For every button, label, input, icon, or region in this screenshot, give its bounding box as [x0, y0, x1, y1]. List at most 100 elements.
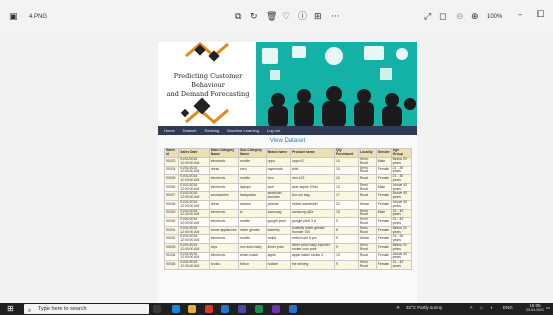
- nav-ranking[interactable]: Ranking: [204, 128, 219, 133]
- table-cell: 10: [333, 157, 359, 167]
- table-header-cell: Brand name: [265, 148, 291, 158]
- table-cell: electronic: [208, 157, 239, 167]
- taskbar-search-box[interactable]: ⌕ Type here to search: [24, 304, 149, 314]
- site-title-line1: Predicting Customer Behaviour: [173, 72, 243, 89]
- table-cell: 5: [333, 234, 359, 244]
- title-bar: ▣ 4.PNG ⧉ ↻ 🗑 ♡ ⓘ ⊞ ··· ⤢ ◻ ⊖ ⊕ 100% – ⧠: [0, 0, 553, 36]
- dataset-title: View Dataset: [269, 138, 306, 144]
- table-cell: 90030: [163, 217, 180, 227]
- table-row: 90024 01/01/2016 12:00:00 AM dress men raymo…: [163, 165, 413, 176]
- table-cell: Female: [375, 199, 392, 210]
- table-cell: fluo uni bag: [289, 191, 335, 201]
- notifications-icon[interactable]: ▭: [546, 305, 550, 311]
- rotate-icon[interactable]: ↻: [250, 11, 258, 23]
- volume-icon[interactable]: ◖: [490, 305, 493, 310]
- info-icon[interactable]: ⓘ: [298, 11, 307, 23]
- table-cell: electronic: [208, 208, 239, 219]
- more-options-icon[interactable]: ···: [331, 11, 340, 23]
- table-cell: 13: [333, 182, 359, 193]
- zoom-out-icon[interactable]: ⊖: [456, 11, 464, 23]
- language-indicator[interactable]: ENG: [503, 305, 513, 310]
- table-cell: 31 - 40 years: [390, 217, 413, 227]
- table-cell: 9: [333, 217, 359, 227]
- table-header-cell: Gender: [375, 148, 392, 158]
- edit-image-icon[interactable]: ⧉: [235, 11, 241, 23]
- table-cell: butterfly mixer grinder thunder 750: [289, 225, 335, 236]
- table-cell: dress: [208, 199, 239, 210]
- dataset-content: View Dataset Sales Id Sales Date Main Cate…: [158, 135, 417, 304]
- network-icon[interactable]: ⌂: [480, 305, 483, 310]
- table-cell: google pixel: [265, 217, 291, 227]
- table-row: 90027 01/01/2016 12:00:00 AM accessories ba…: [163, 191, 413, 201]
- table-cell: ribbed sweatshirt: [289, 199, 335, 210]
- table-row: 90035 01/01/2016 12:00:00 AM books fiction h…: [163, 260, 413, 270]
- site-title: Predicting Customer Behaviour and Demand…: [160, 72, 256, 99]
- table-cell: mixer grinder: [237, 225, 267, 236]
- fullscreen-icon[interactable]: ⤢: [424, 11, 431, 23]
- table-cell: Urban: [357, 199, 377, 210]
- table-cell: 13: [333, 251, 359, 262]
- table-row: 90029 01/01/2016 12:00:00 AM electronic tv s…: [163, 208, 413, 219]
- media-app-icon[interactable]: [272, 305, 280, 313]
- zoom-level: 100%: [487, 14, 503, 20]
- task-view-icon[interactable]: [153, 305, 161, 313]
- table-row: 90028 01/01/2016 12:00:00 AM dress women pri…: [163, 199, 413, 210]
- clock[interactable]: 15:05 29-04-2021: [526, 303, 544, 313]
- fit-window-icon[interactable]: ◻: [439, 11, 446, 23]
- table-cell: Female: [375, 165, 392, 176]
- photos-taskbar-icon[interactable]: [289, 305, 297, 313]
- table-cell: mobile: [237, 157, 267, 167]
- spreadsheet-app-icon[interactable]: [255, 305, 263, 313]
- clock-date: 29-04-2021: [526, 308, 544, 312]
- table-cell: women: [237, 199, 267, 210]
- table-cell: 01/01/2016 12:00:00 AM: [178, 174, 210, 184]
- nav-home[interactable]: Home: [164, 128, 175, 133]
- zoom-in-icon[interactable]: ⊕: [471, 11, 479, 23]
- restore-icon[interactable]: ⧠: [537, 9, 544, 21]
- nav-machine-learning[interactable]: Machine Learning: [227, 128, 259, 133]
- table-cell: 90032: [163, 234, 180, 244]
- table-cell: Semi-Rural: [357, 225, 377, 236]
- table-cell: acer aspire 5 thin: [289, 182, 335, 193]
- table-cell: 01/01/2016 12:00:00 AM: [178, 242, 210, 253]
- table-cell: redmi: [265, 234, 291, 244]
- table-cell: Semi-Rural: [357, 157, 377, 167]
- table-cell: electronic: [208, 217, 239, 227]
- weather-text[interactable]: 32°C Partly sunny: [406, 305, 442, 310]
- table-cell: 90031: [163, 225, 180, 236]
- edit-with-icon[interactable]: ⊞: [314, 11, 322, 23]
- office-icon[interactable]: [205, 305, 213, 313]
- analytics-people-illustration: [262, 46, 416, 126]
- favorite-heart-icon[interactable]: ♡: [282, 11, 290, 23]
- table-cell: 90035: [163, 260, 180, 270]
- site-title-line2: and Demand Forecasting: [166, 90, 250, 98]
- tray-chevron-icon[interactable]: ˄: [470, 305, 473, 310]
- table-cell: 90025: [163, 174, 180, 184]
- table-row: 90033 01/01/2016 12:00:00 AM toys non toxic…: [163, 242, 413, 253]
- table-header-cell: Product name: [289, 148, 335, 158]
- windows-start-icon[interactable]: ⊞: [7, 303, 14, 315]
- table-cell: oppo: [265, 157, 291, 167]
- store-icon[interactable]: [221, 305, 229, 313]
- delete-icon[interactable]: 🗑: [266, 11, 277, 23]
- table-cell: 90027: [163, 191, 180, 201]
- table-cell: 01/01/2016 12:00:00 AM: [178, 217, 210, 227]
- table-cell: Female: [375, 174, 392, 184]
- table-cell: oppo A7: [289, 157, 335, 167]
- search-icon: ⌕: [28, 307, 32, 314]
- table-header-cell: Main Category Name: [208, 148, 239, 158]
- table-cell: 01/01/2016 12:00:00 AM: [178, 260, 210, 270]
- table-cell: tv: [237, 208, 267, 219]
- table-cell: 22: [333, 199, 359, 210]
- nav-dataset[interactable]: Dataset: [183, 128, 197, 133]
- table-cell: butterfly: [265, 225, 291, 236]
- teams-icon[interactable]: [238, 305, 246, 313]
- table-cell: mobile: [237, 174, 267, 184]
- file-explorer-icon[interactable]: [188, 305, 196, 313]
- banner-illustration: [256, 42, 417, 126]
- minimize-icon[interactable]: –: [518, 9, 523, 21]
- edge-browser-icon[interactable]: [172, 305, 180, 313]
- table-cell: fisher price baby explorer rocker cum po…: [289, 242, 335, 253]
- image-viewer: Predicting Customer Behaviour and Demand…: [158, 42, 417, 304]
- nav-logout[interactable]: Log out: [267, 128, 280, 133]
